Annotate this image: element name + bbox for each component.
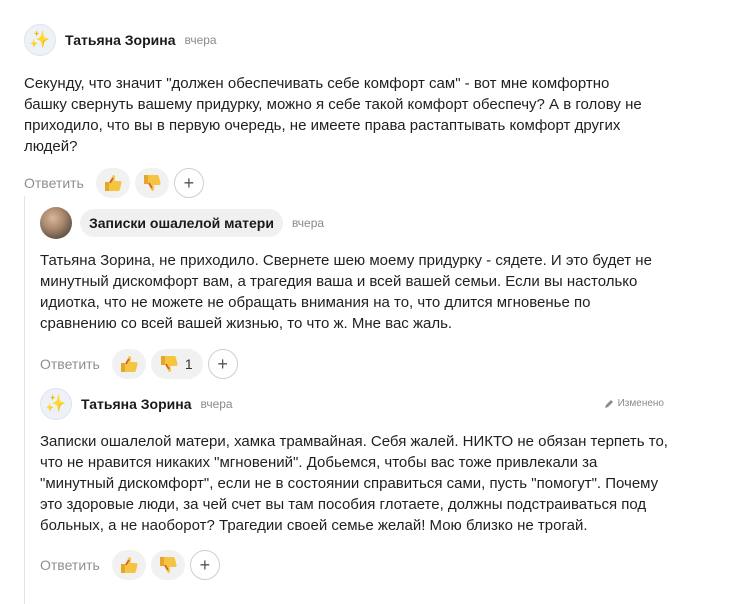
reply-button[interactable]: Ответить	[24, 175, 84, 191]
comment-header: ✨ Татьяна Зорина вчера	[24, 22, 704, 58]
edited-label: Изменено	[617, 398, 664, 409]
add-reaction-button[interactable]: +	[189, 550, 220, 580]
avatar[interactable]	[40, 207, 72, 239]
thumbs-down-icon	[143, 175, 161, 191]
plus-icon: +	[199, 554, 211, 575]
like-button[interactable]	[111, 349, 146, 379]
add-reaction-button[interactable]: +	[207, 349, 238, 379]
thumbs-down-icon	[160, 356, 178, 372]
dislike-button[interactable]	[150, 550, 185, 580]
comment-text: Татьяна Зорина, не приходило. Свернете ш…	[40, 252, 652, 332]
dislike-button[interactable]	[134, 168, 169, 198]
comment-actions: Ответить +	[24, 168, 704, 198]
plus-icon: +	[217, 353, 228, 374]
dislike-count: 1	[184, 356, 193, 372]
comment: Записки ошалелой матери вчера Татьяна Зо…	[40, 205, 700, 379]
comment: ✨ Татьяна Зорина вчера Изменено Записки …	[40, 386, 668, 580]
comment-header: ✨ Татьяна Зорина вчера Изменено	[40, 386, 664, 422]
author-name[interactable]: Записки ошалелой матери	[80, 209, 283, 237]
sparkle-icon: ✨	[29, 30, 51, 49]
comment-text: Записки ошалелой матери, хамка трамвайна…	[40, 433, 668, 534]
thumbs-up-icon	[120, 356, 138, 372]
pencil-icon	[604, 399, 613, 408]
avatar[interactable]: ✨	[40, 388, 72, 420]
dislike-button[interactable]: 1	[150, 349, 203, 379]
author-name[interactable]: Татьяна Зорина	[81, 396, 191, 412]
thread-line	[24, 196, 25, 604]
edited-indicator: Изменено	[604, 398, 664, 409]
comment-header: Записки ошалелой матери вчера	[40, 205, 700, 241]
like-button[interactable]	[111, 550, 146, 580]
thumbs-up-icon	[104, 175, 122, 191]
author-name[interactable]: Татьяна Зорина	[65, 32, 175, 48]
plus-icon: +	[183, 172, 195, 193]
thumbs-down-icon	[159, 557, 177, 573]
add-reaction-button[interactable]: +	[173, 168, 204, 198]
timestamp: вчера	[291, 216, 325, 230]
timestamp: вчера	[200, 397, 233, 411]
reply-button[interactable]: Ответить	[40, 356, 100, 372]
avatar[interactable]: ✨	[24, 24, 56, 56]
like-button[interactable]	[95, 168, 130, 198]
comment-actions: Ответить 1 +	[40, 349, 700, 379]
reply-button[interactable]: Ответить	[40, 557, 100, 573]
sparkle-icon: ✨	[45, 394, 67, 413]
timestamp: вчера	[184, 33, 217, 47]
thumbs-up-icon	[120, 557, 138, 573]
comment-actions: Ответить +	[40, 550, 664, 580]
comment: ✨ Татьяна Зорина вчера Секунду, что знач…	[24, 22, 704, 198]
comment-text: Секунду, что значит "должен обеспечивать…	[24, 75, 642, 155]
